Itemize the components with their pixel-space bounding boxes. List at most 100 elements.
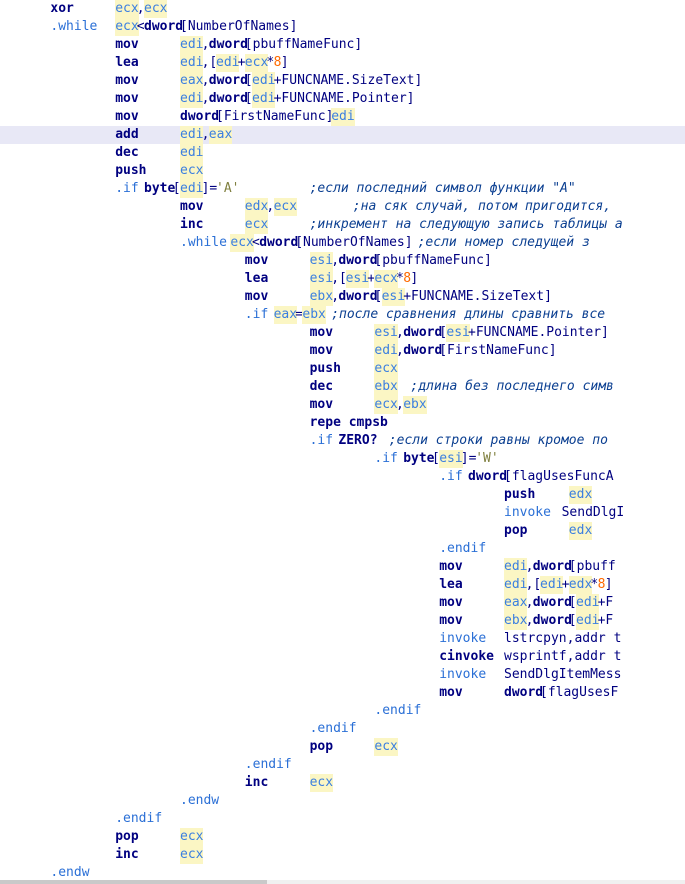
code-line-current: add edi, eax <box>0 126 685 144</box>
code-token: invoke <box>439 667 487 682</box>
code-token: ,[ <box>331 271 347 286</box>
code-line: mov esi, dword [pbuffNameFunc] <box>0 252 685 270</box>
code-line: repe cmpsb <box>0 414 685 432</box>
code-line: mov edi, dword[edi +FUNCNAME.Pointer] <box>0 90 685 108</box>
code-token: edi <box>540 576 564 594</box>
code-token: +F <box>597 595 614 610</box>
code-token: edi <box>180 36 204 54</box>
code-line: push ecx <box>0 360 685 378</box>
code-token: 'W' <box>475 451 499 466</box>
code-token: [pbuff <box>568 559 616 574</box>
code-token: mov <box>309 325 334 340</box>
code-token: edi <box>576 594 600 612</box>
code-token: ecx <box>244 54 269 72</box>
code-token: dword <box>259 235 299 250</box>
code-line: invoke SendDlgI <box>0 504 685 522</box>
code-token: ecx <box>374 738 398 756</box>
code-token: ebx <box>302 306 326 324</box>
code-token: ;после сравнения длины сравнить все <box>331 307 606 322</box>
code-token: .while <box>180 235 227 250</box>
code-token: eax <box>504 594 528 612</box>
code-line: .endif <box>0 756 685 774</box>
code-token: SendDlgItemMess <box>504 667 622 682</box>
code-token: .if <box>115 181 139 196</box>
code-token: mov <box>244 289 269 304</box>
code-token: edx <box>568 486 593 504</box>
code-token: mov <box>439 559 463 574</box>
code-token: ebx <box>504 612 528 630</box>
code-token: .endif <box>439 541 487 556</box>
code-token: mov <box>244 253 269 268</box>
code-token: esi <box>439 450 463 468</box>
code-token: ] <box>410 271 419 286</box>
code-token: mov <box>115 91 139 106</box>
code-line: .while ecx < dword [NumberOfNames] ;если номе… <box>0 234 685 252</box>
code-token: ]= <box>460 451 477 466</box>
code-token: push <box>504 487 536 502</box>
code-line: mov dword [flagUsesF <box>0 684 685 702</box>
code-token: edi <box>374 342 398 360</box>
code-line: invoke SendDlgItemMess <box>0 666 685 684</box>
code-token: edi <box>180 180 204 198</box>
horizontal-scrollbar-thumb[interactable] <box>0 880 268 884</box>
code-token: esi <box>381 288 406 306</box>
code-token: ;на сяк случай, потом пригодится, <box>352 199 612 214</box>
code-line: inc ecx ;инкремент на следующую запись таб… <box>0 216 685 234</box>
code-token: dword <box>403 325 443 340</box>
horizontal-scrollbar[interactable] <box>0 880 685 884</box>
code-token: .if <box>439 469 463 484</box>
code-line: .endw <box>0 864 685 880</box>
code-line: lea edi ,[edi + edx * 8] <box>0 576 685 594</box>
code-token: mov <box>180 199 204 214</box>
code-token: push <box>115 163 147 178</box>
code-token: pop <box>504 523 528 538</box>
code-token: edx <box>244 198 269 216</box>
code-token: [pbuffNameFunc] <box>244 37 363 52</box>
code-token: mov <box>115 37 139 52</box>
code-token: inc <box>180 217 204 232</box>
code-token: mov <box>439 595 463 610</box>
code-token: ,[ <box>525 577 542 592</box>
code-token: lstrcpyn,addr t <box>504 631 622 646</box>
code-token: +FUNCNAME.Pointer] <box>468 325 609 340</box>
code-token: ecx <box>180 162 204 180</box>
code-token: dword <box>532 595 572 610</box>
code-token: SendDlgI <box>561 505 625 520</box>
code-token: dword <box>338 289 378 304</box>
code-token: add <box>115 127 139 142</box>
code-token: edi <box>180 126 204 144</box>
code-token: edi <box>331 108 355 126</box>
code-token: mov <box>115 73 139 88</box>
code-token: dword <box>144 19 184 34</box>
code-line: pop edx <box>0 522 685 540</box>
code-token: 'A' <box>216 181 240 196</box>
code-token: ebx <box>374 378 398 396</box>
code-line: .endif <box>0 720 685 738</box>
code-line: .if eax = ebx ;после сравнения длины сравнит… <box>0 306 685 324</box>
code-line: mov ebx, dword[edi +F <box>0 612 685 630</box>
code-token: esi <box>345 270 370 288</box>
code-line: mov edi, dword [pbuff <box>0 558 685 576</box>
code-editor[interactable]: xor ecx, ecx .while ecx < dword [NumberOfNames]… <box>0 0 685 880</box>
code-line: lea edi ,[edi + ecx * 8] <box>0 54 685 72</box>
code-line: .if byte[esi]= 'W' <box>0 450 685 468</box>
code-token: .if <box>244 307 269 322</box>
code-token: push <box>309 361 341 376</box>
code-token: ecx <box>180 828 204 846</box>
code-line: dec edi <box>0 144 685 162</box>
code-token: dword <box>208 37 248 52</box>
code-token: esi <box>309 252 334 270</box>
code-token: [FirstNameFunc] <box>439 343 557 358</box>
code-token: .endif <box>309 721 357 736</box>
code-token: .endw <box>50 865 90 880</box>
code-token: [NumberOfNames] <box>295 235 413 250</box>
code-token: ecx <box>374 270 398 288</box>
code-token: inc <box>244 775 269 790</box>
code-token: edi <box>180 54 204 72</box>
code-line: mov edi, dword [FirstNameFunc] <box>0 342 685 360</box>
code-line: .endif <box>0 540 685 558</box>
code-token: .if <box>374 451 398 466</box>
code-token: ] <box>280 55 289 70</box>
code-token: edi <box>216 54 240 72</box>
code-line: pop ecx <box>0 738 685 756</box>
